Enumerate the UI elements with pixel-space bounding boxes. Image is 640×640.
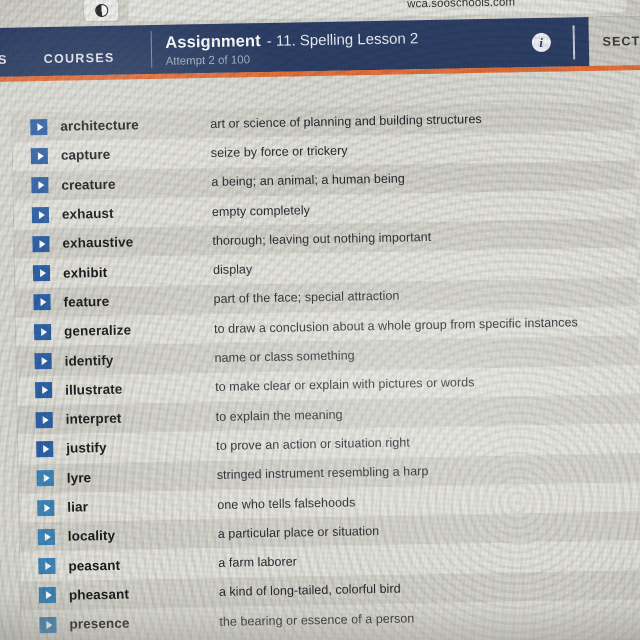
- play-audio-icon[interactable]: [36, 440, 54, 458]
- page-body: architecture art or science of planning a…: [0, 69, 640, 640]
- word-definition: empty completely: [211, 202, 311, 219]
- header-divider-right: [572, 24, 575, 59]
- play-audio-icon[interactable]: [31, 206, 50, 223]
- word-definition: one who tells falsehoods: [217, 494, 356, 512]
- word-term: exhaustive: [62, 234, 134, 252]
- assignment-info: Assignment - 11. Spelling Lesson 2 Attem…: [151, 20, 419, 74]
- play-triangle-icon: [39, 298, 47, 307]
- info-icon[interactable]: i: [531, 32, 551, 53]
- word-term: lyre: [66, 469, 92, 486]
- play-triangle-icon: [42, 444, 49, 454]
- play-triangle-icon: [41, 386, 48, 395]
- play-audio-icon[interactable]: [32, 265, 51, 282]
- play-audio-icon[interactable]: [31, 177, 49, 194]
- word-definition: part of the face; special attraction: [213, 288, 400, 307]
- word-definition: art or science of planning and building …: [210, 111, 482, 131]
- word-term: interpret: [65, 410, 122, 427]
- word-definition: stringed instrument resembling a harp: [216, 464, 429, 483]
- word-list: architecture art or science of planning a…: [11, 101, 640, 640]
- word-term: locality: [67, 528, 116, 544]
- attempt-counter: Attempt 2 of 100: [165, 53, 251, 68]
- word-term: architecture: [60, 117, 139, 134]
- word-definition: a being; an animal; a human being: [211, 171, 405, 190]
- play-triangle-icon: [44, 562, 51, 571]
- word-definition: name or class something: [214, 348, 355, 365]
- word-definition: to explain the meaning: [215, 407, 343, 424]
- nav-item-courses[interactable]: COURSES: [7, 26, 115, 77]
- url-text: wca.sooschools.com: [407, 0, 516, 11]
- play-triangle-icon: [42, 415, 49, 424]
- play-audio-icon[interactable]: [35, 382, 53, 399]
- word-term: peasant: [68, 557, 121, 574]
- browser-window: wca.sooschools.com TS COURSES Assignment…: [0, 0, 640, 640]
- word-term: exhibit: [62, 264, 108, 281]
- play-audio-icon[interactable]: [34, 352, 52, 370]
- play-audio-icon[interactable]: [39, 616, 57, 633]
- play-audio-icon[interactable]: [37, 528, 55, 546]
- play-triangle-icon: [38, 239, 46, 249]
- play-audio-icon[interactable]: [32, 235, 50, 253]
- word-term: liar: [67, 499, 89, 515]
- word-term: justify: [66, 440, 107, 457]
- play-audio-icon[interactable]: [38, 587, 57, 604]
- play-triangle-icon: [39, 269, 46, 278]
- play-triangle-icon: [41, 357, 48, 366]
- play-triangle-icon: [44, 532, 51, 541]
- assignment-label: Assignment: [165, 31, 261, 52]
- word-term: exhaust: [61, 205, 114, 222]
- word-definition: seize by force or trickery: [210, 143, 348, 160]
- photographed-screen: wca.sooschools.com TS COURSES Assignment…: [0, 0, 640, 640]
- play-audio-icon[interactable]: [36, 470, 54, 487]
- word-term: pheasant: [68, 586, 130, 603]
- play-audio-icon[interactable]: [30, 147, 49, 165]
- play-audio-icon[interactable]: [30, 118, 48, 135]
- play-triangle-icon: [37, 152, 44, 161]
- word-definition: a kind of long-tailed, colorful bird: [218, 581, 401, 600]
- word-term: capture: [60, 147, 111, 164]
- word-definition: thorough; leaving out nothing important: [212, 229, 432, 248]
- word-term: creature: [61, 176, 116, 193]
- play-triangle-icon: [45, 620, 53, 629]
- reader-mode-icon[interactable]: [82, 0, 120, 23]
- assignment-name: - 11. Spelling Lesson 2: [266, 29, 419, 50]
- play-triangle-icon: [45, 591, 52, 600]
- play-triangle-icon: [43, 474, 50, 483]
- play-audio-icon[interactable]: [33, 323, 52, 340]
- play-triangle-icon: [37, 181, 44, 190]
- tab-sections[interactable]: SECTI: [588, 15, 640, 67]
- word-term: feature: [63, 293, 110, 310]
- word-term: illustrate: [65, 381, 123, 398]
- header-right-group: i SECTI: [531, 15, 640, 67]
- word-term: generalize: [63, 322, 132, 339]
- word-definition: display: [212, 262, 253, 278]
- word-definition: a farm laborer: [218, 554, 297, 571]
- play-audio-icon[interactable]: [35, 411, 53, 428]
- play-triangle-icon: [40, 327, 47, 336]
- word-definition: to draw a conclusion about a whole group…: [213, 315, 578, 336]
- word-definition: the bearing or essence of a person: [219, 611, 415, 629]
- word-definition: to make clear or explain with pictures o…: [215, 375, 475, 395]
- word-term: identify: [64, 352, 114, 369]
- word-definition: a particular place or situation: [217, 523, 380, 541]
- play-triangle-icon: [43, 503, 50, 512]
- reader-glyph-icon: [94, 3, 108, 17]
- play-audio-icon[interactable]: [37, 499, 55, 516]
- word-definition: to prove an action or situation right: [216, 435, 410, 453]
- play-triangle-icon: [36, 122, 43, 131]
- play-audio-icon[interactable]: [33, 294, 51, 311]
- play-audio-icon[interactable]: [38, 558, 56, 575]
- assignment-title-line: Assignment - 11. Spelling Lesson 2: [165, 29, 418, 53]
- word-term: presence: [69, 615, 130, 632]
- play-triangle-icon: [38, 210, 45, 219]
